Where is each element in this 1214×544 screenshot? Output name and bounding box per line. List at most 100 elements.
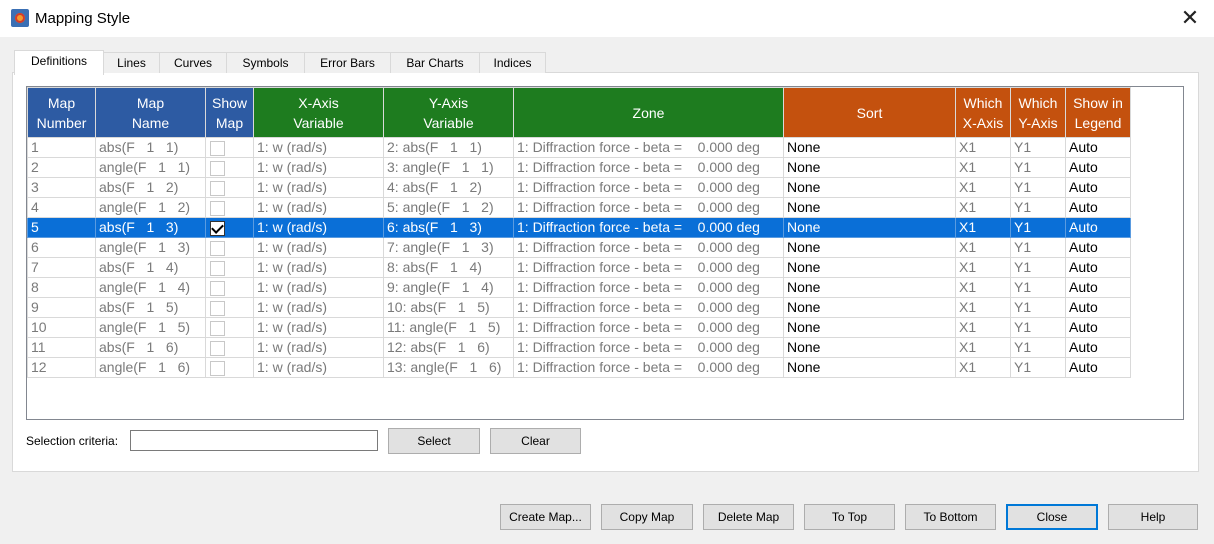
which-y-axis-cell[interactable]: Y1: [1010, 177, 1066, 198]
x-axis-variable-cell[interactable]: 1: w (rad/s): [253, 157, 384, 178]
header-which-x-axis[interactable]: Which X-Axis: [955, 87, 1011, 138]
map-number-cell[interactable]: 11: [27, 337, 96, 358]
x-axis-variable-cell[interactable]: 1: w (rad/s): [253, 137, 384, 158]
show-map-checkbox[interactable]: [210, 340, 225, 356]
map-name-cell[interactable]: angle(F 1 6): [95, 357, 206, 378]
table-row[interactable]: 3 abs(F 1 2) 1: w (rad/s) 4: abs(F 1 2) 1: D…: [27, 177, 1131, 198]
x-axis-variable-cell[interactable]: 1: w (rad/s): [253, 257, 384, 278]
which-x-axis-cell[interactable]: X1: [955, 297, 1011, 318]
tab-bar-charts[interactable]: Bar Charts: [390, 52, 480, 73]
map-name-cell[interactable]: abs(F 1 4): [95, 257, 206, 278]
sort-cell[interactable]: None: [783, 357, 956, 378]
x-axis-variable-cell[interactable]: 1: w (rad/s): [253, 317, 384, 338]
which-y-axis-cell[interactable]: Y1: [1010, 257, 1066, 278]
which-x-axis-cell[interactable]: X1: [955, 197, 1011, 218]
header-sort[interactable]: Sort: [783, 87, 956, 138]
map-number-cell[interactable]: 12: [27, 357, 96, 378]
show-in-legend-cell[interactable]: Auto: [1065, 157, 1131, 178]
table-row[interactable]: 1 abs(F 1 1) 1: w (rad/s) 2: abs(F 1 1) 1: D…: [27, 137, 1131, 158]
which-y-axis-cell[interactable]: Y1: [1010, 217, 1066, 238]
delete-map-button[interactable]: Delete Map: [703, 504, 794, 530]
zone-cell[interactable]: 1: Diffraction force - beta = 0.000 deg: [513, 197, 784, 218]
which-y-axis-cell[interactable]: Y1: [1010, 357, 1066, 378]
map-number-cell[interactable]: 9: [27, 297, 96, 318]
show-in-legend-cell[interactable]: Auto: [1065, 277, 1131, 298]
show-map-checkbox[interactable]: [210, 180, 225, 196]
y-axis-variable-cell[interactable]: 9: angle(F 1 4): [383, 277, 514, 298]
sort-cell[interactable]: None: [783, 137, 956, 158]
y-axis-variable-cell[interactable]: 13: angle(F 1 6): [383, 357, 514, 378]
map-name-cell[interactable]: abs(F 1 5): [95, 297, 206, 318]
zone-cell[interactable]: 1: Diffraction force - beta = 0.000 deg: [513, 237, 784, 258]
x-axis-variable-cell[interactable]: 1: w (rad/s): [253, 177, 384, 198]
sort-cell[interactable]: None: [783, 257, 956, 278]
which-x-axis-cell[interactable]: X1: [955, 157, 1011, 178]
y-axis-variable-cell[interactable]: 10: abs(F 1 5): [383, 297, 514, 318]
show-map-cell[interactable]: [205, 157, 254, 178]
which-y-axis-cell[interactable]: Y1: [1010, 137, 1066, 158]
show-in-legend-cell[interactable]: Auto: [1065, 297, 1131, 318]
zone-cell[interactable]: 1: Diffraction force - beta = 0.000 deg: [513, 297, 784, 318]
show-in-legend-cell[interactable]: Auto: [1065, 197, 1131, 218]
create-map-button[interactable]: Create Map...: [500, 504, 591, 530]
map-number-cell[interactable]: 5: [27, 217, 96, 238]
map-name-cell[interactable]: abs(F 1 2): [95, 177, 206, 198]
to-bottom-button[interactable]: To Bottom: [905, 504, 996, 530]
which-y-axis-cell[interactable]: Y1: [1010, 197, 1066, 218]
sort-cell[interactable]: None: [783, 197, 956, 218]
tab-curves[interactable]: Curves: [159, 52, 227, 73]
sort-cell[interactable]: None: [783, 157, 956, 178]
show-map-cell[interactable]: [205, 237, 254, 258]
which-x-axis-cell[interactable]: X1: [955, 337, 1011, 358]
which-x-axis-cell[interactable]: X1: [955, 357, 1011, 378]
show-in-legend-cell[interactable]: Auto: [1065, 237, 1131, 258]
x-axis-variable-cell[interactable]: 1: w (rad/s): [253, 357, 384, 378]
map-number-cell[interactable]: 8: [27, 277, 96, 298]
map-name-cell[interactable]: angle(F 1 5): [95, 317, 206, 338]
help-button[interactable]: Help: [1108, 504, 1198, 530]
show-map-cell[interactable]: [205, 217, 254, 238]
close-icon[interactable]: ✕: [1176, 6, 1204, 32]
y-axis-variable-cell[interactable]: 7: angle(F 1 3): [383, 237, 514, 258]
sort-cell[interactable]: None: [783, 217, 956, 238]
x-axis-variable-cell[interactable]: 1: w (rad/s): [253, 337, 384, 358]
show-map-checkbox[interactable]: [210, 320, 225, 336]
show-map-cell[interactable]: [205, 177, 254, 198]
tab-indices[interactable]: Indices: [479, 52, 546, 73]
which-x-axis-cell[interactable]: X1: [955, 277, 1011, 298]
x-axis-variable-cell[interactable]: 1: w (rad/s): [253, 197, 384, 218]
to-top-button[interactable]: To Top: [804, 504, 895, 530]
map-name-cell[interactable]: abs(F 1 1): [95, 137, 206, 158]
table-row[interactable]: 10 angle(F 1 5) 1: w (rad/s) 11: angle(F 1 …: [27, 317, 1131, 338]
tab-lines[interactable]: Lines: [103, 52, 160, 73]
show-map-checkbox[interactable]: [210, 360, 225, 376]
tab-symbols[interactable]: Symbols: [226, 52, 305, 73]
table-row[interactable]: 11 abs(F 1 6) 1: w (rad/s) 12: abs(F 1 6) 1:…: [27, 337, 1131, 358]
y-axis-variable-cell[interactable]: 11: angle(F 1 5): [383, 317, 514, 338]
zone-cell[interactable]: 1: Diffraction force - beta = 0.000 deg: [513, 177, 784, 198]
table-row[interactable]: 5 abs(F 1 3) 1: w (rad/s) 6: abs(F 1 3) 1: D…: [27, 217, 1131, 238]
show-map-checkbox[interactable]: [210, 240, 225, 256]
show-in-legend-cell[interactable]: Auto: [1065, 317, 1131, 338]
header-map-number[interactable]: Map Number: [27, 87, 96, 138]
zone-cell[interactable]: 1: Diffraction force - beta = 0.000 deg: [513, 157, 784, 178]
show-map-cell[interactable]: [205, 317, 254, 338]
show-map-checkbox[interactable]: [210, 140, 225, 156]
map-number-cell[interactable]: 7: [27, 257, 96, 278]
table-row[interactable]: 9 abs(F 1 5) 1: w (rad/s) 10: abs(F 1 5) 1: …: [27, 297, 1131, 318]
clear-button[interactable]: Clear: [490, 428, 581, 454]
map-number-cell[interactable]: 10: [27, 317, 96, 338]
x-axis-variable-cell[interactable]: 1: w (rad/s): [253, 297, 384, 318]
header-show-map[interactable]: Show Map: [205, 87, 254, 138]
which-y-axis-cell[interactable]: Y1: [1010, 337, 1066, 358]
table-row[interactable]: 2 angle(F 1 1) 1: w (rad/s) 3: angle(F 1 1)…: [27, 157, 1131, 178]
sort-cell[interactable]: None: [783, 317, 956, 338]
show-map-cell[interactable]: [205, 197, 254, 218]
which-y-axis-cell[interactable]: Y1: [1010, 297, 1066, 318]
x-axis-variable-cell[interactable]: 1: w (rad/s): [253, 237, 384, 258]
show-map-cell[interactable]: [205, 257, 254, 278]
show-in-legend-cell[interactable]: Auto: [1065, 217, 1131, 238]
sort-cell[interactable]: None: [783, 337, 956, 358]
which-x-axis-cell[interactable]: X1: [955, 137, 1011, 158]
table-row[interactable]: 12 angle(F 1 6) 1: w (rad/s) 13: angle(F 1 …: [27, 357, 1131, 378]
